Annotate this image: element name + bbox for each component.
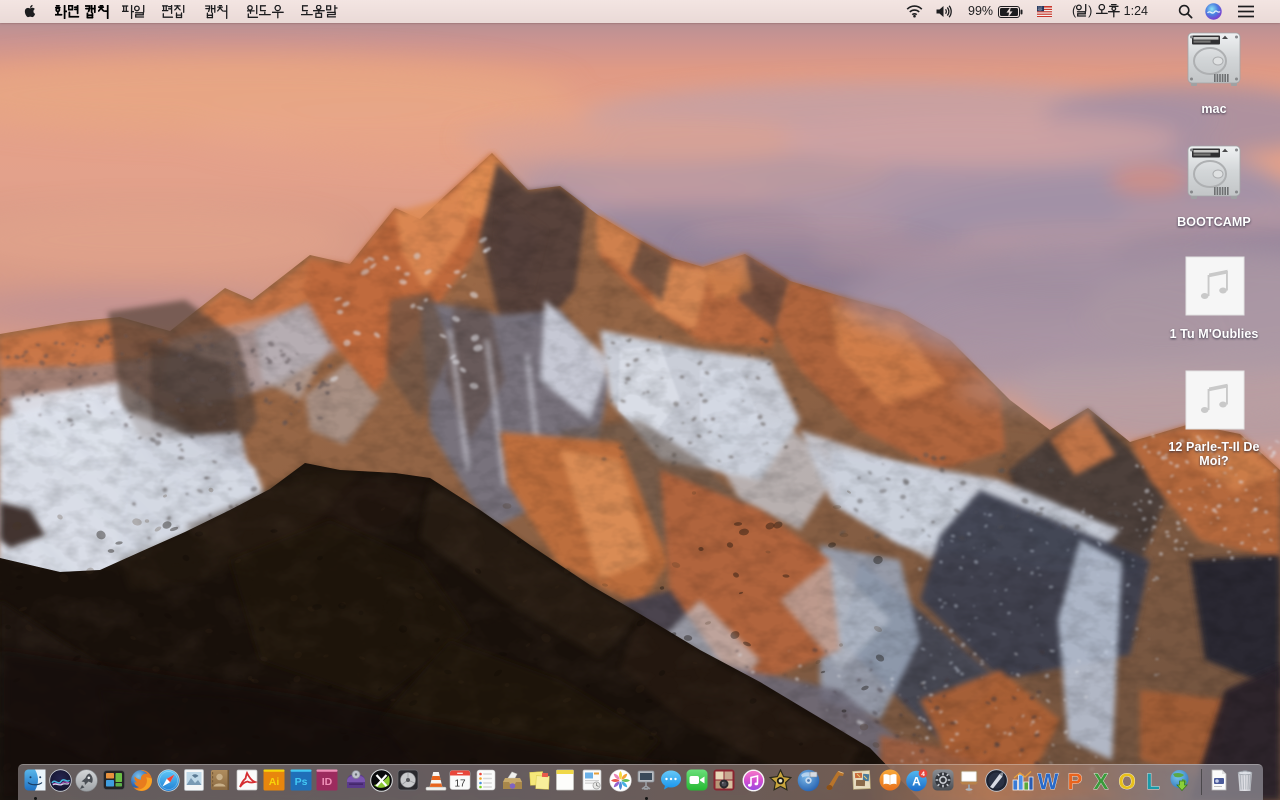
svg-text:4: 4	[921, 771, 925, 778]
svg-text:Ai: Ai	[269, 776, 280, 788]
svg-text:W: W	[1038, 769, 1059, 793]
svg-text:Ps: Ps	[295, 776, 308, 788]
svg-text:X: X	[1094, 769, 1109, 793]
svg-text:ID: ID	[322, 776, 333, 788]
svg-text:L: L	[1146, 769, 1159, 793]
svg-text:O: O	[1118, 769, 1135, 793]
svg-text:17: 17	[454, 779, 466, 790]
svg-text:P: P	[1068, 769, 1083, 793]
svg-text:A: A	[912, 775, 921, 789]
